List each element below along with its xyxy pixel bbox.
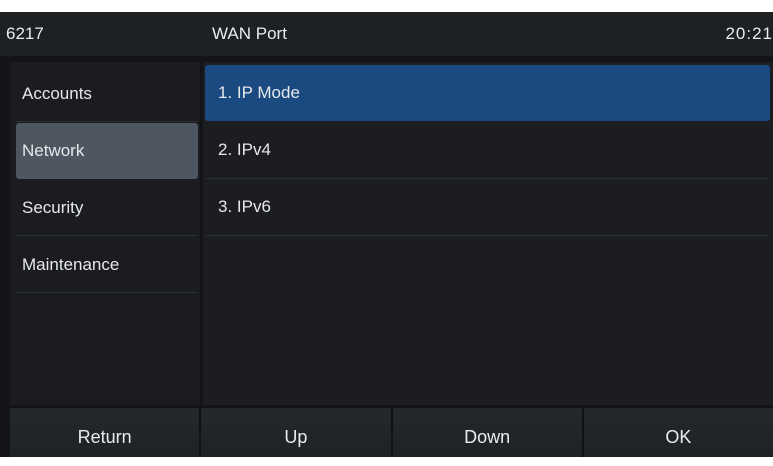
sidebar-item-network[interactable]: Network xyxy=(16,123,198,179)
sidebar-item-label: Security xyxy=(22,198,84,217)
softkey-bar: Return Up Down OK xyxy=(10,408,773,457)
page-title: WAN Port xyxy=(212,24,287,43)
menu-item-label: 1. IP Mode xyxy=(218,83,300,102)
status-bar: 6217 WAN Port 20:21 xyxy=(0,12,773,56)
menu-item-label: 2. IPv4 xyxy=(218,140,271,159)
sidebar-item-label: Maintenance xyxy=(22,255,120,274)
phone-screen: 6217 WAN Port 20:21 Accounts Network Sec… xyxy=(0,12,773,457)
menu-list: 1. IP Mode 2. IPv4 3. IPv6 xyxy=(203,62,773,405)
extension-number: 6217 xyxy=(6,24,44,43)
sidebar-item-maintenance[interactable]: Maintenance xyxy=(16,237,198,293)
down-button[interactable]: Down xyxy=(392,408,584,457)
menu-item-label: 3. IPv6 xyxy=(218,197,271,216)
sidebar-item-label: Network xyxy=(22,141,85,160)
sidebar-item-security[interactable]: Security xyxy=(16,180,198,236)
menu-item-ipv6[interactable]: 3. IPv6 xyxy=(205,179,768,236)
ok-button[interactable]: OK xyxy=(583,408,773,457)
sidebar-item-accounts[interactable]: Accounts xyxy=(16,66,198,122)
menu-item-ipv4[interactable]: 2. IPv4 xyxy=(205,122,768,179)
return-button[interactable]: Return xyxy=(10,408,202,457)
menu-item-ip-mode[interactable]: 1. IP Mode xyxy=(205,65,770,121)
sidebar: Accounts Network Security Maintenance xyxy=(10,62,200,405)
up-button[interactable]: Up xyxy=(201,408,393,457)
clock-time: 20:21 xyxy=(725,24,773,43)
sidebar-item-label: Accounts xyxy=(22,84,92,103)
